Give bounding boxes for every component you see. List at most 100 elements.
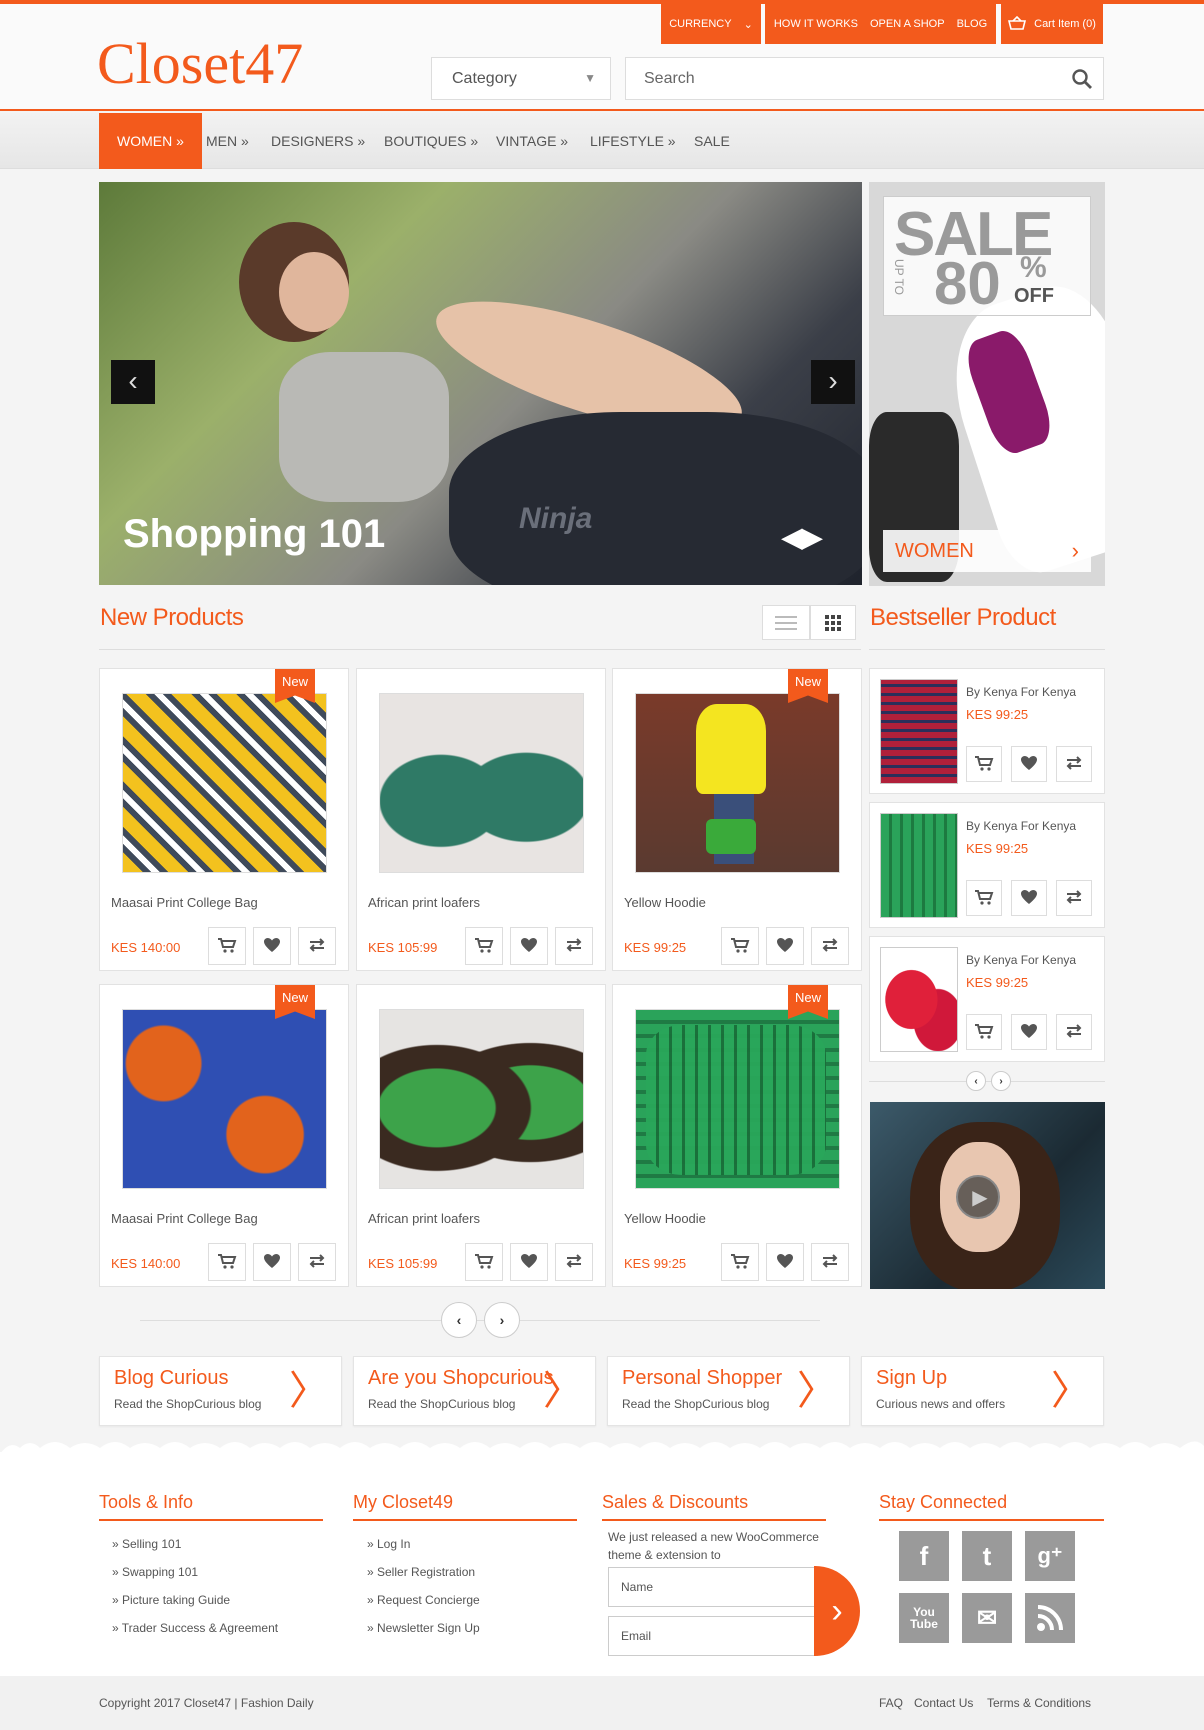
wishlist-button[interactable] [766,927,804,965]
footer-link[interactable]: » Request Concierge [367,1593,480,1607]
add-to-cart-button[interactable] [208,927,246,965]
blog-link[interactable]: BLOG [957,18,988,30]
bestseller-item[interactable]: By Kenya For Kenya KES 99:25 [869,668,1105,794]
nav-vintage[interactable]: VINTAGE » [478,113,586,169]
email-icon[interactable]: ✉ [962,1593,1012,1643]
add-to-cart-button[interactable] [966,1014,1002,1050]
compare-button[interactable] [1056,1014,1092,1050]
products-prev-button[interactable]: ‹ [441,1302,477,1338]
product-name[interactable]: African print loafers [368,1211,480,1226]
add-to-cart-button[interactable] [465,1243,503,1281]
search-input[interactable]: Search [625,57,1104,100]
product-name[interactable]: African print loafers [368,895,480,910]
cart-button[interactable]: Cart Item (0) [1001,4,1103,44]
footer-link[interactable]: » Newsletter Sign Up [367,1621,480,1635]
search-icon[interactable] [1071,68,1093,90]
product-image[interactable] [379,1009,584,1189]
email-field[interactable]: Email [608,1616,818,1656]
compare-button[interactable] [811,927,849,965]
wishlist-button[interactable] [766,1243,804,1281]
product-card[interactable]: African print loafers KES 105:99 [356,668,606,971]
open-shop-link[interactable]: OPEN A SHOP [870,18,945,30]
grid-view-button[interactable] [810,605,856,640]
product-card[interactable]: New Yellow Hoodie KES 99:25 [612,984,862,1287]
women-sale-button[interactable]: WOMEN › [883,530,1091,572]
promo-box[interactable]: Sign Up Curious news and offers 〉 [861,1356,1104,1426]
product-name[interactable]: Yellow Hoodie [624,1211,706,1226]
youtube-icon[interactable]: You Tube [899,1593,949,1643]
wishlist-button[interactable] [1011,1014,1047,1050]
compare-button[interactable] [811,1243,849,1281]
how-it-works-link[interactable]: HOW IT WORKS [774,18,858,30]
compare-button[interactable] [1056,880,1092,916]
wishlist-button[interactable] [1011,746,1047,782]
list-view-button[interactable] [762,605,810,640]
footer-link[interactable]: » Picture taking Guide [112,1593,230,1607]
product-card[interactable]: African print loafers KES 105:99 [356,984,606,1287]
bestseller-image[interactable] [880,679,958,784]
hero-prev-button[interactable]: ‹ [111,360,155,404]
facebook-icon[interactable]: f [899,1531,949,1581]
nav-women[interactable]: WOMEN » [99,113,202,169]
add-to-cart-button[interactable] [465,927,503,965]
sale-banner[interactable]: SALE UP TO 80 % OFF WOMEN › [869,182,1105,586]
footer-link[interactable]: » Log In [367,1537,410,1551]
logo[interactable]: Closet47 [97,30,303,97]
video-thumbnail[interactable]: ▶ [870,1102,1105,1289]
product-name[interactable]: Yellow Hoodie [624,895,706,910]
currency-menu[interactable]: CURRENCY ⌄ [661,4,761,44]
add-to-cart-button[interactable] [721,927,759,965]
add-to-cart-button[interactable] [721,1243,759,1281]
google-plus-icon[interactable]: g⁺ [1025,1531,1075,1581]
product-name[interactable]: Maasai Print College Bag [111,895,258,910]
bestseller-item[interactable]: By Kenya For Kenya KES 99:25 [869,936,1105,1062]
compare-button[interactable] [1056,746,1092,782]
footer-link[interactable]: » Trader Success & Agreement [112,1621,278,1635]
faq-link[interactable]: FAQ [879,1696,903,1710]
compare-button[interactable] [555,1243,593,1281]
bestseller-item[interactable]: By Kenya For Kenya KES 99:25 [869,802,1105,928]
add-to-cart-button[interactable] [208,1243,246,1281]
category-select[interactable]: Category ▼ [431,57,611,100]
add-to-cart-button[interactable] [966,880,1002,916]
product-image[interactable] [122,693,327,873]
products-next-button[interactable]: › [484,1302,520,1338]
footer-link[interactable]: » Swapping 101 [112,1565,198,1579]
product-image[interactable] [379,693,584,873]
nav-boutiques[interactable]: BOUTIQUES » [366,113,496,169]
product-card[interactable]: New Yellow Hoodie KES 99:25 [612,668,862,971]
nav-designers[interactable]: DESIGNERS » [253,113,383,169]
rss-icon[interactable] [1025,1593,1075,1643]
product-image[interactable] [635,693,840,873]
bestseller-brand[interactable]: By Kenya For Kenya [966,953,1076,967]
bestseller-brand[interactable]: By Kenya For Kenya [966,685,1076,699]
play-button[interactable]: ▶ [956,1175,1000,1219]
bestseller-next-button[interactable]: › [991,1071,1011,1091]
promo-box[interactable]: Are you Shopcurious Read the ShopCurious… [353,1356,596,1426]
compare-button[interactable] [298,1243,336,1281]
promo-box[interactable]: Blog Curious Read the ShopCurious blog 〉 [99,1356,342,1426]
bestseller-brand[interactable]: By Kenya For Kenya [966,819,1076,833]
promo-box[interactable]: Personal Shopper Read the ShopCurious bl… [607,1356,850,1426]
bestseller-image[interactable] [880,813,958,918]
product-image[interactable] [122,1009,327,1189]
compare-button[interactable] [298,927,336,965]
product-image[interactable] [635,1009,840,1189]
hero-pager-icon[interactable]: ◀▶ [782,522,822,553]
twitter-icon[interactable]: t [962,1531,1012,1581]
wishlist-button[interactable] [510,1243,548,1281]
add-to-cart-button[interactable] [966,746,1002,782]
product-card[interactable]: New Maasai Print College Bag KES 140:00 [99,984,349,1287]
footer-link[interactable]: » Selling 101 [112,1537,181,1551]
hero-next-button[interactable]: › [811,360,855,404]
wishlist-button[interactable] [510,927,548,965]
bestseller-image[interactable] [880,947,958,1052]
subscribe-button[interactable]: › [814,1566,860,1656]
nav-sale[interactable]: SALE [676,113,748,169]
compare-button[interactable] [555,927,593,965]
contact-link[interactable]: Contact Us [914,1696,973,1710]
bestseller-prev-button[interactable]: ‹ [966,1071,986,1091]
wishlist-button[interactable] [1011,880,1047,916]
footer-link[interactable]: » Seller Registration [367,1565,475,1579]
terms-link[interactable]: Terms & Conditions [987,1696,1091,1710]
